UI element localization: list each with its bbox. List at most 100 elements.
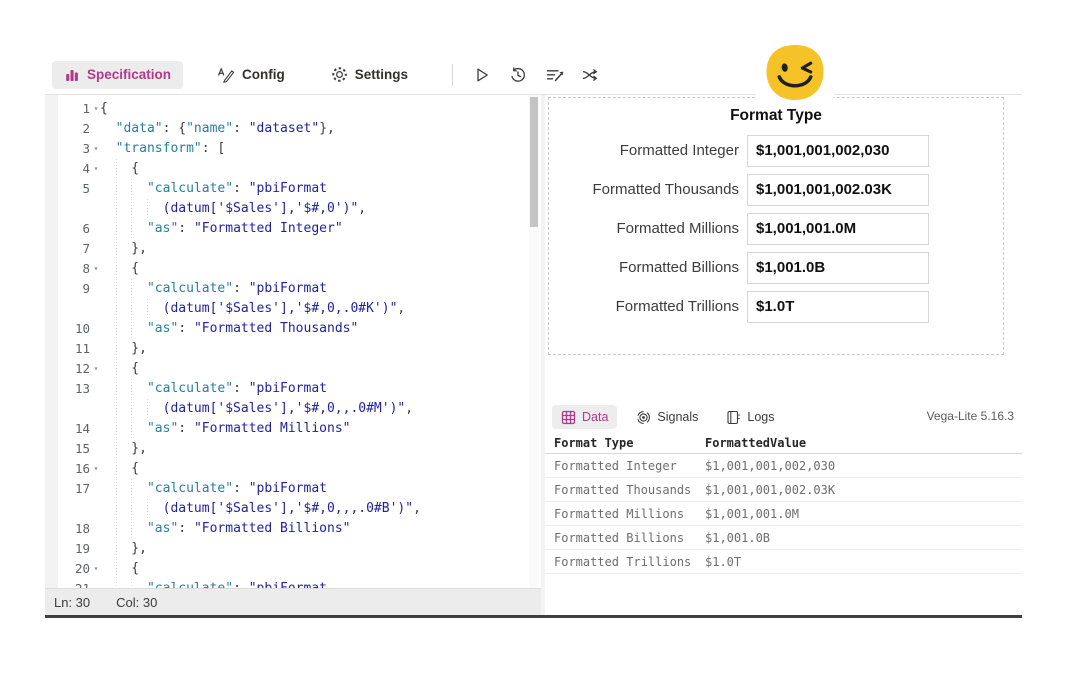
history-button[interactable]	[503, 60, 533, 90]
cell-format-type: Formatted Integer	[554, 454, 677, 478]
cursor-col-indicator: Col: 30	[116, 595, 157, 610]
format-button[interactable]	[539, 60, 569, 90]
preview-row: Formatted Integer$1,001,001,002,030	[549, 134, 1003, 173]
line-number: 16	[58, 459, 90, 479]
tab-specification[interactable]: Specification	[52, 61, 183, 89]
preview-row: Formatted Millions$1,001,001.0M	[549, 212, 1003, 251]
code-line[interactable]: 3▾ "transform": [	[45, 139, 541, 159]
line-number: 13	[58, 379, 90, 399]
visual-preview: Format Type Formatted Integer$1,001,001,…	[548, 97, 1004, 355]
code-line[interactable]: (datum['$Sales'],'$#,0')",	[45, 199, 541, 219]
table-row: Formatted Integer$1,001,001,002,030	[545, 454, 1022, 478]
preview-chart-title: Format Type	[549, 107, 1003, 125]
code-line[interactable]: 1▾{	[45, 99, 541, 119]
code-line[interactable]: 13 "calculate": "pbiFormat	[45, 379, 541, 399]
code-line[interactable]: 21 "calculate": "pbiFormat	[45, 579, 541, 588]
cell-format-type: Formatted Thousands	[554, 478, 691, 502]
code-line[interactable]: 7 },	[45, 239, 541, 259]
line-number: 10	[58, 319, 90, 339]
data-table: Format Type FormattedValue Formatted Int…	[545, 433, 1022, 574]
preview-value-box: $1.0T	[747, 291, 929, 323]
line-number: 9	[58, 279, 90, 299]
line-number: 3	[58, 139, 90, 159]
gear-icon	[331, 66, 348, 83]
code-line[interactable]: 6 "as": "Formatted Integer"	[45, 219, 541, 239]
tab-logs-label: Logs	[747, 410, 774, 424]
cell-formatted-value: $1,001.0B	[705, 526, 770, 550]
preview-value-box: $1,001,001,002.03K	[747, 174, 929, 206]
code-line[interactable]: 11 },	[45, 339, 541, 359]
code-line[interactable]: 17 "calculate": "pbiFormat	[45, 479, 541, 499]
bar-chart-icon	[64, 67, 80, 83]
line-number: 17	[58, 479, 90, 499]
column-header-format-type: Format Type	[554, 433, 633, 454]
cell-format-type: Formatted Trillions	[554, 550, 691, 574]
tab-settings[interactable]: Settings	[319, 61, 420, 89]
tab-logs[interactable]: Logs	[717, 405, 783, 429]
line-number: 2	[58, 119, 90, 139]
code-line[interactable]: 2 "data": {"name": "dataset"},	[45, 119, 541, 139]
tab-data-label: Data	[582, 410, 608, 424]
preview-row: Formatted Trillions$1.0T	[549, 290, 1003, 329]
vega-lite-version: Vega-Lite 5.16.3	[927, 409, 1014, 423]
line-number: 5	[58, 179, 90, 199]
tab-config-label: Config	[242, 67, 285, 82]
editor-scrollbar-thumb[interactable]	[530, 97, 538, 227]
line-number: 6	[58, 219, 90, 239]
table-row: Formatted Thousands$1,001,001,002.03K	[545, 478, 1022, 502]
tab-signals-label: Signals	[657, 410, 698, 424]
winking-face-emoji	[761, 44, 829, 101]
editor-scrollbar[interactable]	[529, 95, 539, 588]
tab-signals[interactable]: Signals	[627, 405, 707, 429]
cell-format-type: Formatted Millions	[554, 502, 684, 526]
shuffle-button[interactable]	[575, 60, 605, 90]
code-line[interactable]: 16▾ {	[45, 459, 541, 479]
line-number: 15	[58, 439, 90, 459]
visual-bottom-border	[45, 615, 1022, 618]
cell-formatted-value: $1.0T	[705, 550, 741, 574]
code-line[interactable]: 14 "as": "Formatted Millions"	[45, 419, 541, 439]
preview-row: Formatted Thousands$1,001,001,002.03K	[549, 173, 1003, 212]
line-number: 19	[58, 539, 90, 559]
editor-statusbar: Ln: 30 Col: 30	[45, 588, 541, 615]
tab-data[interactable]: Data	[552, 405, 617, 429]
preview-row-label: Formatted Millions	[549, 212, 739, 245]
preview-value-box: $1,001,001,002,030	[747, 135, 929, 167]
preview-row: Formatted Billions$1,001.0B	[549, 251, 1003, 290]
run-button[interactable]	[467, 60, 497, 90]
data-table-header: Format Type FormattedValue	[545, 433, 1022, 454]
cell-formatted-value: $1,001,001.0M	[705, 502, 799, 526]
tab-config[interactable]: Config	[205, 61, 297, 89]
code-line[interactable]: 20▾ {	[45, 559, 541, 579]
code-line[interactable]: 9 "calculate": "pbiFormat	[45, 279, 541, 299]
preview-row-label: Formatted Thousands	[549, 173, 739, 206]
edit-pen-icon	[217, 67, 235, 83]
cell-format-type: Formatted Billions	[554, 526, 684, 550]
line-number: 7	[58, 239, 90, 259]
line-number: 12	[58, 359, 90, 379]
line-number: 11	[58, 339, 90, 359]
line-number: 4	[58, 159, 90, 179]
code-line[interactable]: 8▾ {	[45, 259, 541, 279]
code-line[interactable]: 18 "as": "Formatted Billions"	[45, 519, 541, 539]
table-grid-icon	[561, 410, 576, 425]
code-line[interactable]: 12▾ {	[45, 359, 541, 379]
preview-value-box: $1,001.0B	[747, 252, 929, 284]
tab-specification-label: Specification	[87, 67, 171, 82]
table-row: Formatted Millions $1,001,001.0M	[545, 502, 1022, 526]
line-number: 20	[58, 559, 90, 579]
code-line[interactable]: (datum['$Sales'],'$#,0,.0#K')",	[45, 299, 541, 319]
code-line[interactable]: 19 },	[45, 539, 541, 559]
deneb-editor-window: Specification Config Settings	[45, 55, 1022, 618]
code-line[interactable]: (datum['$Sales'],'$#,0,,.0#M')",	[45, 399, 541, 419]
debug-tab-bar: Data Signals Logs Vega-Lite 5.16.3	[545, 402, 1022, 432]
code-line[interactable]: (datum['$Sales'],'$#,0,,,.0#B')",	[45, 499, 541, 519]
line-number: 8	[58, 259, 90, 279]
code-editor[interactable]: 1▾{2 "data": {"name": "dataset"},3▾ "tra…	[45, 95, 541, 588]
code-line[interactable]: 10 "as": "Formatted Thousands"	[45, 319, 541, 339]
signals-icon	[636, 410, 651, 425]
code-line[interactable]: 4▾ {	[45, 159, 541, 179]
code-line[interactable]: 5 "calculate": "pbiFormat	[45, 179, 541, 199]
code-line[interactable]: 15 },	[45, 439, 541, 459]
table-row: Formatted Trillions $1.0T	[545, 550, 1022, 574]
